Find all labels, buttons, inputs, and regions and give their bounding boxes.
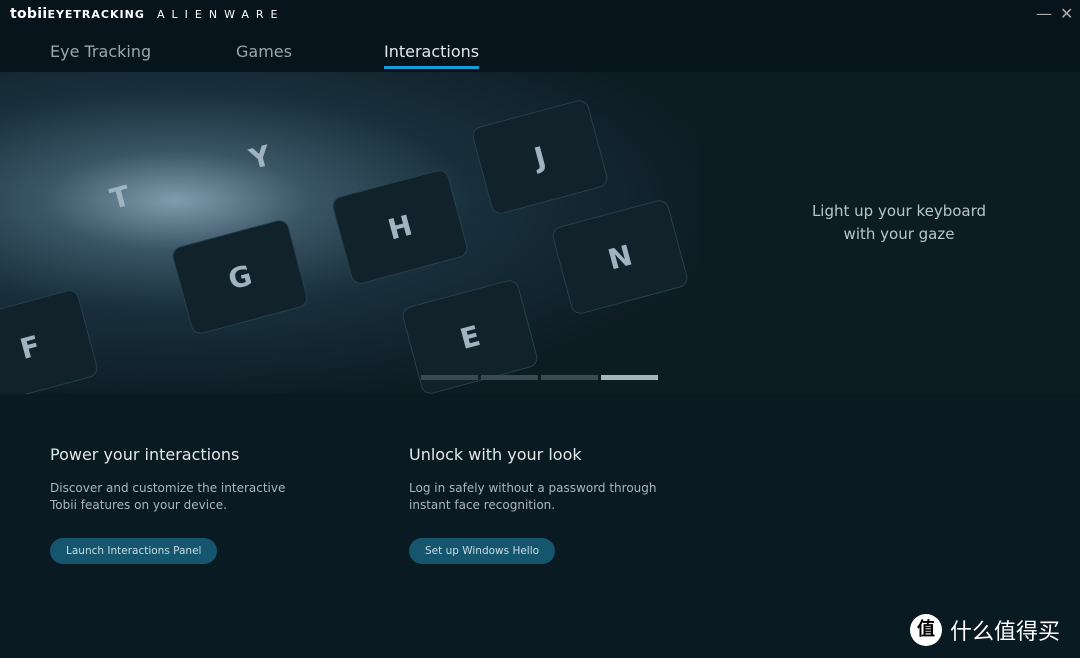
card-power-interactions: Power your interactions Discover and cus… bbox=[50, 445, 310, 564]
carousel-indicators bbox=[421, 375, 658, 380]
tab-eye-tracking[interactable]: Eye Tracking bbox=[50, 42, 151, 61]
minimize-button[interactable]: — bbox=[1036, 4, 1052, 23]
card-body: Log in safely without a password through… bbox=[409, 481, 657, 512]
hero-caption: Light up your keyboard with your gaze bbox=[811, 202, 987, 243]
setup-windows-hello-button[interactable]: Set up Windows Hello bbox=[409, 538, 556, 564]
title-bar: tobiiEYETRACKING ALIENWARE — ✕ bbox=[0, 0, 1080, 30]
key: Y bbox=[245, 138, 275, 176]
carousel-dot-1[interactable] bbox=[421, 375, 478, 380]
tab-interactions[interactable]: Interactions bbox=[384, 42, 480, 69]
key: J bbox=[470, 98, 610, 216]
keyboard-image: G H Y T F E N J bbox=[0, 72, 700, 394]
tab-games[interactable]: Games bbox=[236, 42, 292, 61]
key: F bbox=[0, 288, 100, 394]
card-body: Discover and customize the interactive T… bbox=[50, 481, 286, 512]
hero-carousel: G H Y T F E N J Light up your keyboard w… bbox=[0, 72, 1080, 394]
watermark-text: 什么值得买 bbox=[950, 620, 1061, 645]
watermark: 值 什么值得买 bbox=[910, 614, 1060, 646]
launch-interactions-panel-button[interactable]: Launch Interactions Panel bbox=[50, 538, 218, 564]
carousel-dot-3[interactable] bbox=[541, 375, 598, 380]
carousel-dot-2[interactable] bbox=[481, 375, 538, 380]
tab-bar: Eye Tracking Games Interactions bbox=[0, 30, 1080, 72]
card-title: Power your interactions bbox=[50, 445, 240, 464]
key: G bbox=[170, 218, 310, 336]
card-unlock: Unlock with your look Log in safely with… bbox=[409, 445, 669, 564]
key: N bbox=[550, 198, 690, 316]
watermark-logo-icon: 值 bbox=[910, 614, 942, 646]
alienware-logo: ALIENWARE bbox=[157, 8, 285, 21]
tobii-logo: tobiiEYETRACKING bbox=[10, 6, 145, 22]
card-title: Unlock with your look bbox=[409, 445, 582, 464]
key: T bbox=[106, 178, 134, 216]
key: H bbox=[330, 168, 470, 286]
carousel-dot-4[interactable] bbox=[601, 375, 658, 380]
close-button[interactable]: ✕ bbox=[1060, 4, 1073, 23]
